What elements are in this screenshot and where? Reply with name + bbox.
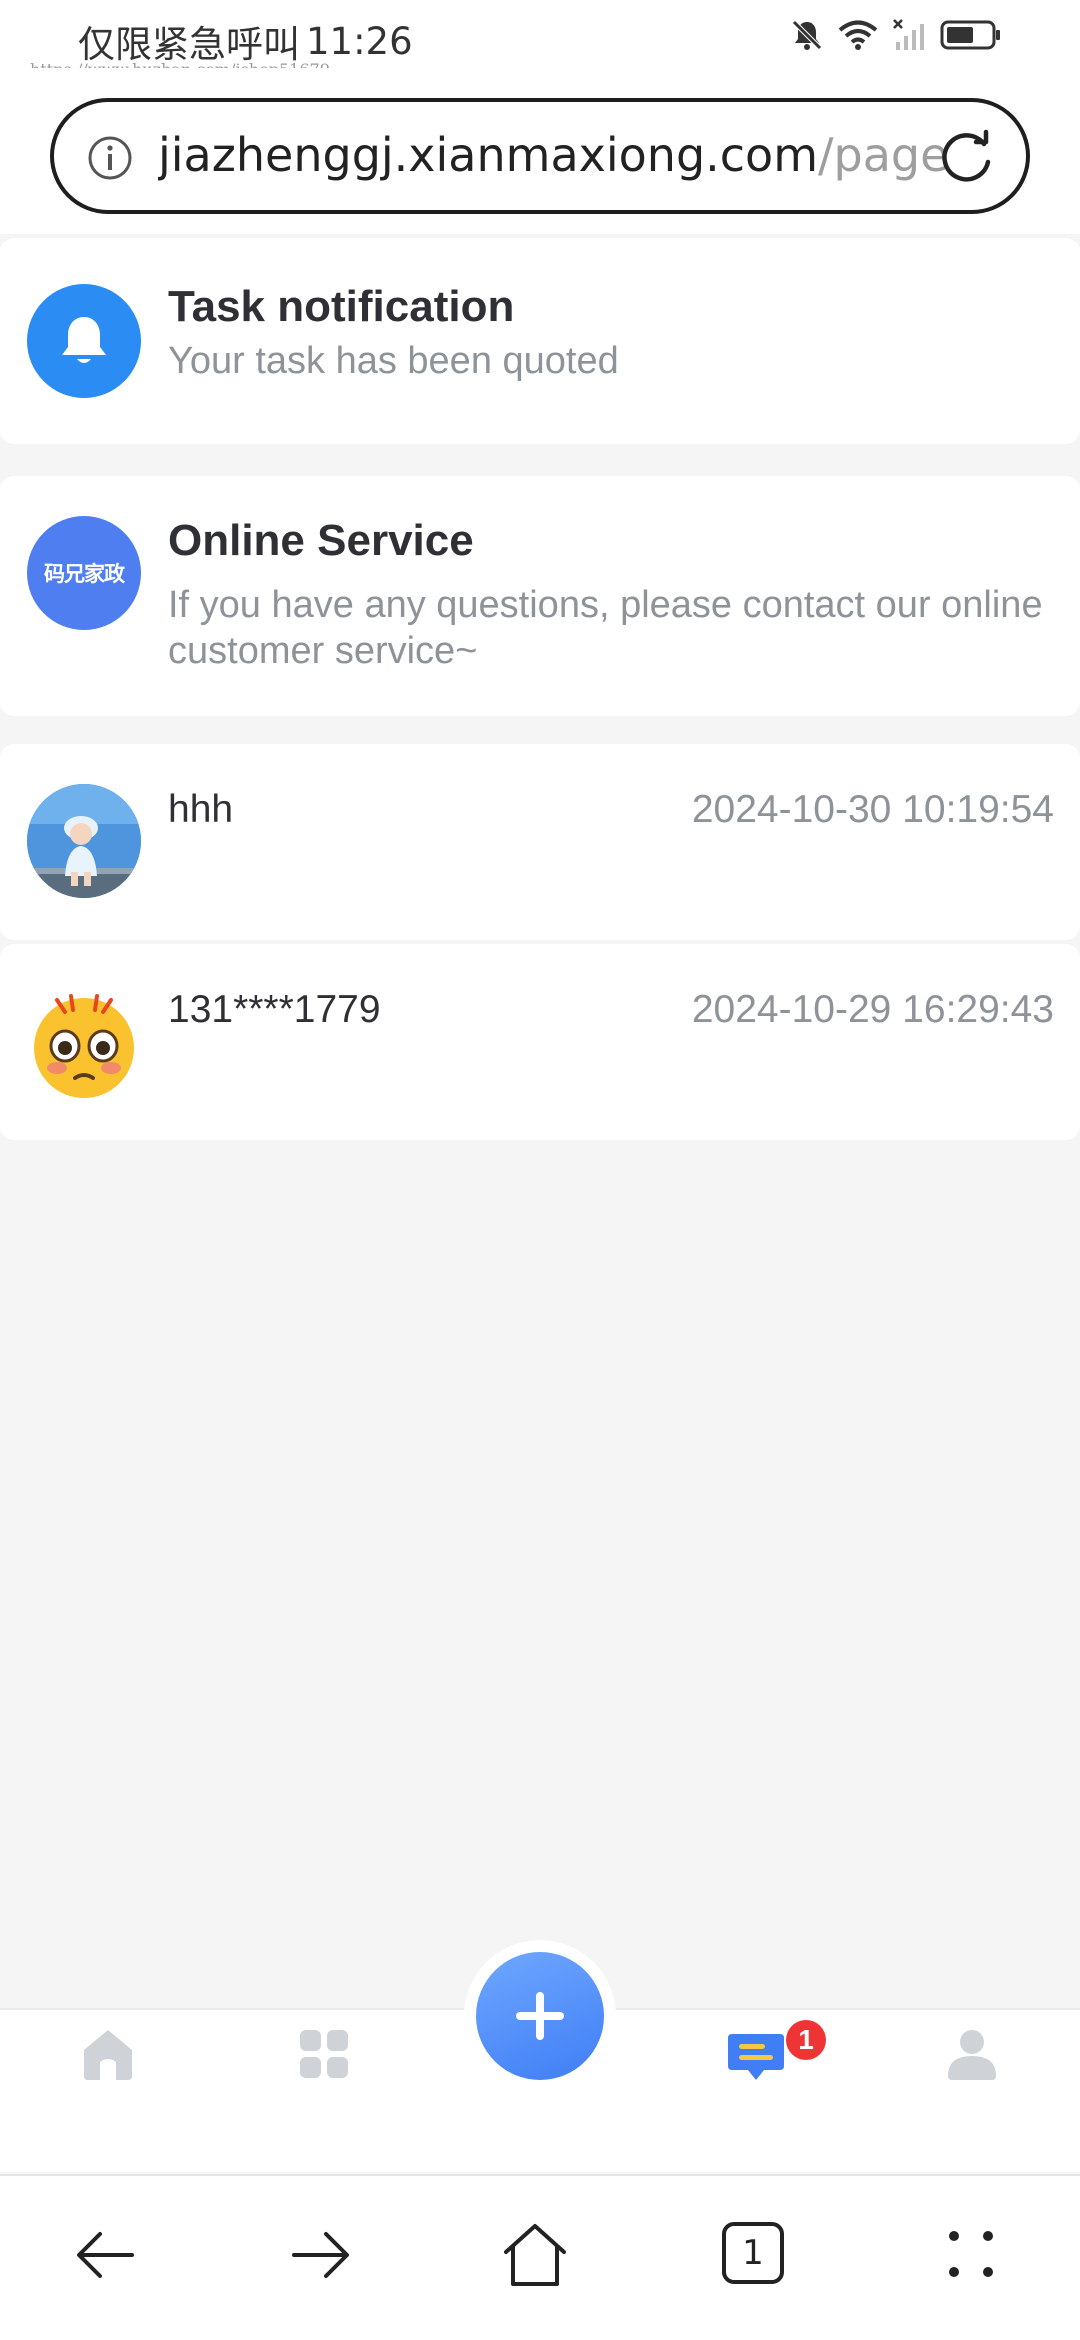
reload-icon[interactable] — [938, 128, 998, 188]
user-photo-avatar — [27, 784, 141, 898]
conversation-item[interactable]: hhh 2024-10-30 10:19:54 — [0, 744, 1080, 940]
forward-button[interactable] — [286, 2220, 356, 2295]
url-host: jiazhenggj.xianmaxiong.com — [158, 128, 819, 182]
online-service-desc: If you have any questions, please contac… — [168, 584, 1043, 672]
arrow-left-icon — [77, 2232, 134, 2278]
task-notification-title: Task notification — [168, 282, 515, 331]
nav-messages-tab[interactable] — [726, 2026, 786, 2091]
online-service-title: Online Service — [168, 516, 474, 565]
conversation-name: 131****1779 — [168, 988, 381, 1031]
flushed-face-icon — [34, 994, 134, 1098]
user-icon — [948, 2030, 996, 2080]
info-icon[interactable] — [86, 134, 134, 182]
battery-icon — [940, 20, 1000, 50]
conversation-item[interactable]: 131****1779 2024-10-29 16:29:43 — [0, 944, 1080, 1140]
url-path: /page — [818, 128, 948, 182]
nav-category-tab[interactable] — [296, 2026, 352, 2087]
tabs-button[interactable]: 1 — [720, 2220, 786, 2291]
child-photo-icon — [27, 784, 141, 898]
conversation-time: 2024-10-30 10:19:54 — [691, 788, 1054, 831]
service-logo-avatar: 码兄家政 — [27, 516, 141, 630]
emoji-avatar — [27, 988, 141, 1102]
task-notification-desc: Your task has been quoted — [168, 340, 619, 382]
nav-profile-tab[interactable] — [944, 2026, 1000, 2087]
wifi-icon — [838, 20, 878, 50]
publish-button[interactable] — [476, 1952, 604, 2080]
back-button[interactable] — [70, 2220, 140, 2295]
browser-home-button[interactable] — [500, 2220, 570, 2295]
bell-icon — [62, 317, 106, 363]
home-outline-icon — [504, 2224, 566, 2286]
dots-menu-icon — [949, 2231, 993, 2277]
tab-count: 1 — [742, 2233, 764, 2273]
nav-home-tab[interactable] — [80, 2026, 136, 2087]
conversation-time: 2024-10-29 16:29:43 — [691, 988, 1054, 1031]
browser-address-area: jiazhenggj.xianmaxiong.com/page — [0, 68, 1080, 234]
message-badge: 1 — [786, 2020, 826, 2060]
no-signal-icon — [893, 19, 924, 50]
home-icon — [84, 2030, 132, 2080]
status-bar: 仅限紧急呼叫 11:26 https://www.huzhan.com/isho… — [0, 0, 1080, 79]
task-notification-card[interactable]: Task notification Your task has been quo… — [0, 238, 1080, 444]
message-icon — [728, 2034, 784, 2080]
address-bar[interactable]: jiazhenggj.xianmaxiong.com/page — [50, 98, 1030, 214]
muted-bell-icon — [792, 20, 822, 50]
menu-button[interactable] — [936, 2220, 1006, 2295]
grid-icon — [300, 2030, 348, 2078]
online-service-card[interactable]: 码兄家政 Online Service If you have any ques… — [0, 476, 1080, 716]
browser-toolbar: 1 — [0, 2174, 1080, 2340]
plus-icon — [516, 1992, 564, 2040]
status-icons — [790, 16, 1002, 54]
arrow-right-icon — [292, 2232, 349, 2278]
bell-avatar — [27, 284, 141, 398]
clock: 11:26 — [306, 19, 413, 63]
conversation-name: hhh — [168, 788, 234, 831]
url-text[interactable]: jiazhenggj.xianmaxiong.com/page — [158, 128, 948, 182]
